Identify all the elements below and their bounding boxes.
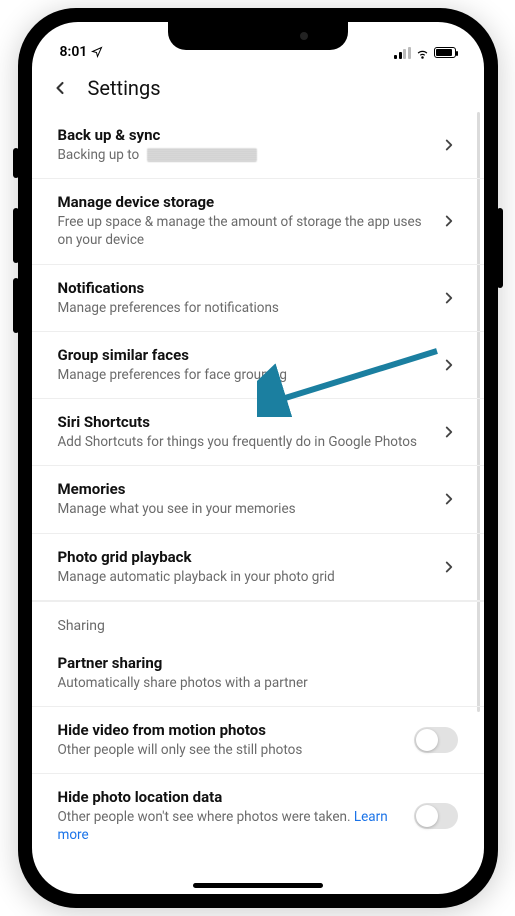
row-hide-video-motion: Hide video from motion photos Other peop… xyxy=(32,707,484,774)
section-header-sharing: Sharing xyxy=(32,601,484,640)
power-button xyxy=(497,208,503,288)
chevron-right-icon xyxy=(440,136,458,154)
row-subtitle: Add Shortcuts for things you frequently … xyxy=(58,433,428,451)
row-group-similar-faces[interactable]: Group similar faces Manage preferences f… xyxy=(32,332,484,399)
content-scroll[interactable]: Back up & sync Backing up to Manage devi… xyxy=(32,112,484,888)
row-title: Manage device storage xyxy=(58,193,428,211)
row-title: Partner sharing xyxy=(58,654,458,672)
cell-signal-icon xyxy=(394,47,411,59)
row-manage-storage[interactable]: Manage device storage Free up space & ma… xyxy=(32,179,484,264)
row-title: Group similar faces xyxy=(58,346,428,364)
status-time: 8:01 xyxy=(60,44,88,60)
chevron-right-icon xyxy=(440,423,458,441)
row-partner-sharing[interactable]: Partner sharing Automatically share phot… xyxy=(32,640,484,707)
row-backup-sync[interactable]: Back up & sync Backing up to xyxy=(32,112,484,179)
row-title: Siri Shortcuts xyxy=(58,413,428,431)
row-subtitle: Other people won't see where photos were… xyxy=(58,808,402,844)
phone-frame: 8:01 Settings Back up & sync Backing up xyxy=(18,8,498,908)
row-subtitle: Free up space & manage the amount of sto… xyxy=(58,213,428,249)
row-subtitle: Automatically share photos with a partne… xyxy=(58,674,458,692)
row-title: Hide video from motion photos xyxy=(58,721,402,739)
row-subtitle: Manage preferences for face grouping xyxy=(58,366,428,384)
screen: 8:01 Settings Back up & sync Backing up xyxy=(32,22,484,894)
chevron-right-icon xyxy=(440,490,458,508)
row-subtitle: Manage preferences for notifications xyxy=(58,299,428,317)
row-notifications[interactable]: Notifications Manage preferences for not… xyxy=(32,265,484,332)
volume-down-button xyxy=(13,278,19,333)
volume-up-button xyxy=(13,208,19,263)
row-subtitle: Other people will only see the still pho… xyxy=(58,741,402,759)
back-button[interactable] xyxy=(50,78,70,98)
toggle-hide-video[interactable] xyxy=(414,727,458,753)
chevron-right-icon xyxy=(440,356,458,374)
row-title: Photo grid playback xyxy=(58,548,428,566)
chevron-right-icon xyxy=(440,289,458,307)
row-subtitle: Backing up to xyxy=(58,146,428,164)
toggle-hide-location[interactable] xyxy=(414,803,458,829)
battery-icon xyxy=(434,47,456,58)
row-memories[interactable]: Memories Manage what you see in your mem… xyxy=(32,466,484,533)
row-title: Hide photo location data xyxy=(58,788,402,806)
redacted-account xyxy=(147,148,257,162)
page-title: Settings xyxy=(88,76,161,100)
notch xyxy=(168,22,348,50)
chevron-right-icon xyxy=(440,212,458,230)
row-subtitle: Manage automatic playback in your photo … xyxy=(58,568,428,586)
row-subtitle: Manage what you see in your memories xyxy=(58,500,428,518)
home-indicator[interactable] xyxy=(193,883,323,888)
chevron-right-icon xyxy=(440,558,458,576)
row-title: Back up & sync xyxy=(58,126,428,144)
location-icon xyxy=(91,46,103,58)
header: Settings xyxy=(32,62,484,112)
side-button xyxy=(13,148,19,178)
row-hide-location: Hide photo location data Other people wo… xyxy=(32,774,484,858)
row-title: Notifications xyxy=(58,279,428,297)
row-title: Memories xyxy=(58,480,428,498)
wifi-icon xyxy=(415,45,430,60)
row-photo-grid-playback[interactable]: Photo grid playback Manage automatic pla… xyxy=(32,534,484,601)
row-siri-shortcuts[interactable]: Siri Shortcuts Add Shortcuts for things … xyxy=(32,399,484,466)
